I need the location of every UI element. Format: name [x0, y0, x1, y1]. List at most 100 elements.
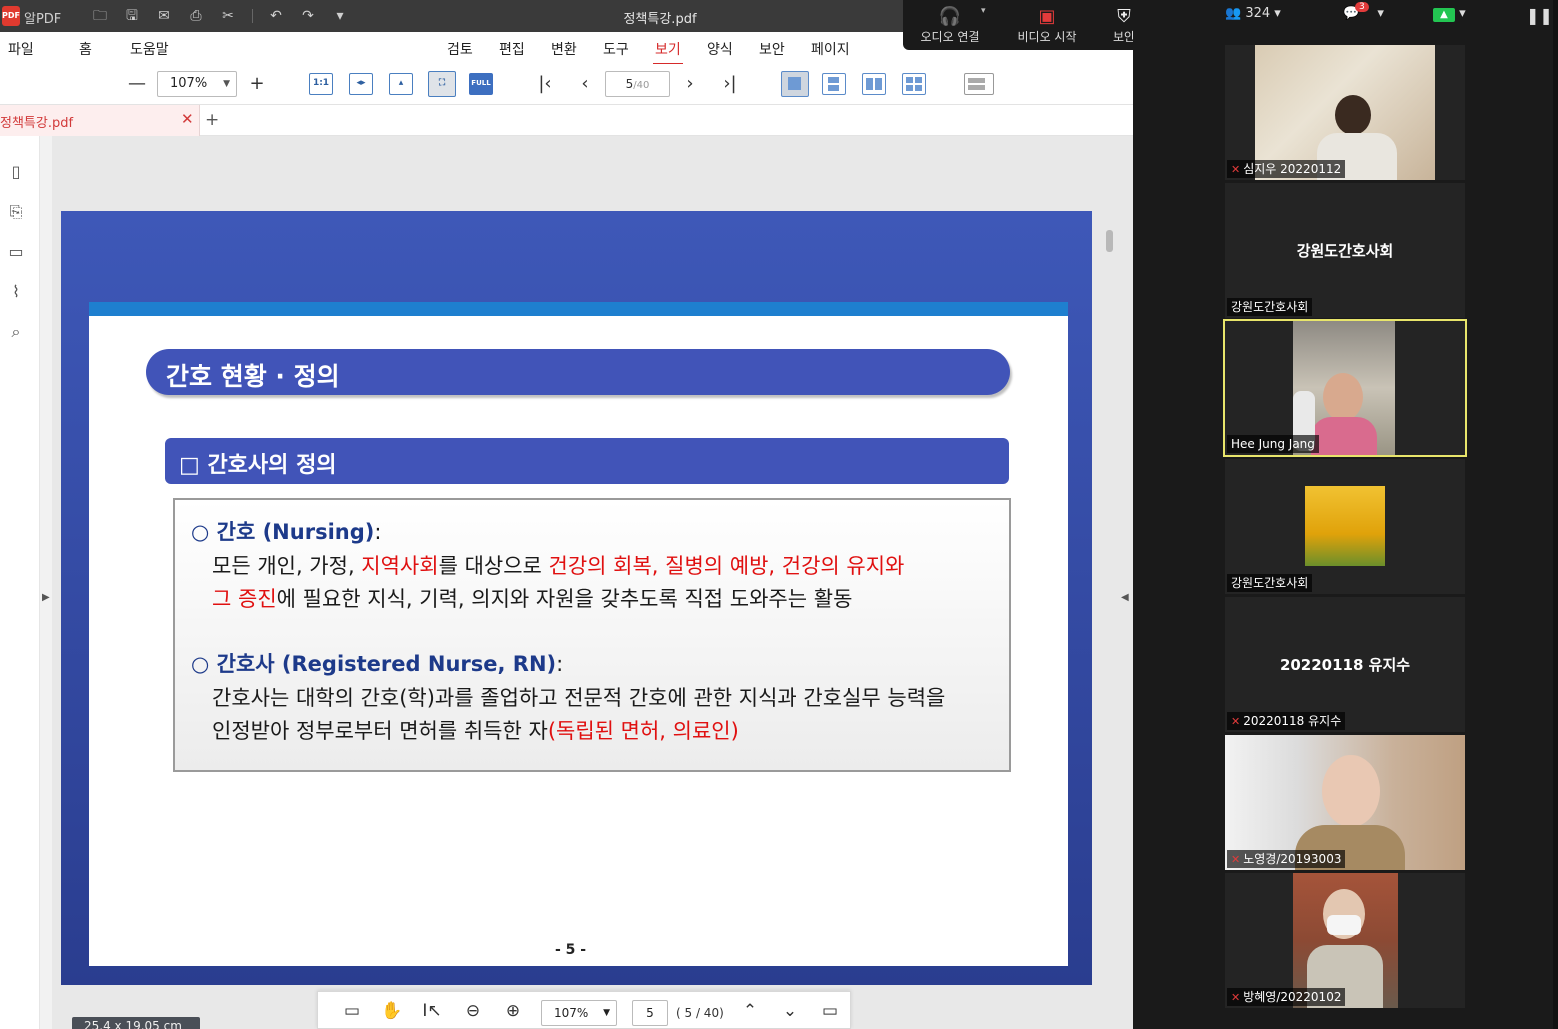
- zoom-meeting-controls: 🎧 오디오 연결 ▾ ▣ 비디오 시작 ⛨ 보안: [903, 0, 1135, 50]
- participant-name: 강원도간호사회: [1227, 574, 1313, 592]
- bottom-zoom-value: 107%: [554, 1006, 589, 1020]
- headphones-icon: 🎧: [938, 6, 962, 27]
- next-page-button[interactable]: ›: [677, 72, 703, 96]
- slide-top-stripe: [89, 302, 1068, 316]
- save-icon[interactable]: 🖫: [122, 6, 142, 26]
- two-page-continuous-button[interactable]: [902, 73, 926, 95]
- slide-page-number: - 5 -: [555, 942, 587, 958]
- participants-button[interactable]: 👥 324 ▾: [1225, 6, 1281, 21]
- start-video-button[interactable]: ▣ 비디오 시작: [1011, 0, 1083, 45]
- thumbnail-panel-icon[interactable]: ▯: [6, 162, 26, 182]
- fit-page-icon[interactable]: ▭: [818, 1000, 842, 1022]
- menu-file[interactable]: 파일: [8, 39, 34, 59]
- zoom-value: 107%: [170, 76, 208, 91]
- menu-help[interactable]: 도움말: [130, 39, 169, 59]
- participant-tile[interactable]: ✕ 노영경/20193003: [1225, 735, 1465, 870]
- nursing-heading: ○ 간호 (Nursing):: [191, 520, 382, 544]
- bottom-page-input[interactable]: 5: [632, 1000, 668, 1026]
- participant-tile[interactable]: 강원도간호사회: [1225, 459, 1465, 594]
- expand-sidebar-icon[interactable]: ▶: [42, 592, 50, 603]
- single-page-layout-button[interactable]: [781, 71, 809, 97]
- page-arrange-dropdown[interactable]: [964, 73, 994, 95]
- menu-tools[interactable]: 도구: [603, 39, 629, 59]
- chat-button[interactable]: 💬 3 ▾: [1343, 2, 1384, 21]
- mic-muted-icon: ✕: [1231, 853, 1241, 866]
- menu-edit[interactable]: 편집: [499, 39, 525, 59]
- participant-name: Hee Jung Jang: [1227, 435, 1319, 453]
- scissors-icon[interactable]: ✂: [218, 6, 238, 26]
- print-icon[interactable]: ⎙: [186, 6, 206, 26]
- customize-dropdown-icon[interactable]: ▾: [330, 6, 350, 26]
- next-page-circle-icon[interactable]: ⌄: [778, 1000, 802, 1022]
- first-page-button[interactable]: |‹: [532, 72, 558, 96]
- actual-size-button[interactable]: 1:1: [309, 73, 333, 95]
- left-sidebar: ▯ ⎘ ▭ ⌇ ⌕: [0, 136, 40, 1029]
- pdf-viewer-app: PDF 알PDF 🗀 🖫 ✉ ⎙ ✂ ↶ ↷ ▾ 정책특강.pdf 파일 홈 도…: [0, 0, 1135, 1029]
- participant-tile-active-speaker[interactable]: Hee Jung Jang: [1223, 319, 1467, 457]
- participant-name: 강원도간호사회: [1227, 298, 1313, 316]
- share-screen-button[interactable]: ▲ ▾: [1433, 6, 1466, 22]
- document-tab-bar: 정책특강.pdf ✕ +: [0, 104, 1133, 136]
- participant-tile[interactable]: 강원도간호사회 강원도간호사회: [1225, 183, 1465, 318]
- collapse-panel-icon[interactable]: ◀: [1121, 592, 1129, 603]
- fit-page-button[interactable]: ⛶: [428, 71, 456, 97]
- last-page-button[interactable]: ›|: [717, 72, 743, 96]
- menu-form[interactable]: 양식: [707, 39, 733, 59]
- fit-width-button[interactable]: ◂▸: [349, 73, 373, 95]
- chevron-down-icon: ▼: [603, 1008, 610, 1018]
- bookmark-icon[interactable]: ⎘: [6, 202, 26, 222]
- redo-icon[interactable]: ↷: [298, 6, 318, 26]
- prev-page-circle-icon[interactable]: ⌃: [738, 1000, 762, 1022]
- attachment-icon[interactable]: ⌇: [6, 282, 26, 302]
- participant-name: ✕ 20220118 유지수: [1227, 712, 1346, 730]
- menu-home[interactable]: 홈: [79, 39, 92, 59]
- continuous-layout-button[interactable]: [822, 73, 846, 95]
- zoom-out-icon[interactable]: ⊖: [461, 1000, 485, 1022]
- fullscreen-button[interactable]: FULL: [469, 73, 493, 95]
- gallery-scrollbar[interactable]: [1553, 0, 1558, 1029]
- page-size-label: 25.4 x 19.05 cm: [72, 1017, 200, 1029]
- audio-options-caret[interactable]: ▾: [981, 6, 986, 16]
- two-page-layout-button[interactable]: [862, 73, 886, 95]
- select-text-icon[interactable]: I↖: [420, 1000, 444, 1022]
- divider: [252, 9, 253, 23]
- fit-height-button[interactable]: ▴: [389, 73, 413, 95]
- page-number-input[interactable]: 5/40: [605, 71, 670, 97]
- folder-icon[interactable]: 🗀: [90, 6, 110, 26]
- chevron-down-icon: ▾: [1274, 6, 1281, 21]
- menu-review[interactable]: 검토: [447, 39, 473, 59]
- zoom-in-button[interactable]: +: [244, 72, 270, 96]
- zoom-in-icon[interactable]: ⊕: [501, 1000, 525, 1022]
- bottom-toolbar: ▭ ✋ I↖ ⊖ ⊕ 107% ▼ 5 ( 5 / 40) ⌃ ⌄ ▭: [317, 991, 851, 1029]
- page-total: /40: [633, 80, 650, 91]
- undo-icon[interactable]: ↶: [266, 6, 286, 26]
- menu-view[interactable]: 보기: [653, 39, 683, 65]
- add-tab-button[interactable]: +: [205, 110, 219, 130]
- zoom-select[interactable]: 107% ▼: [157, 71, 237, 97]
- pause-icon[interactable]: ❚❚: [1526, 6, 1553, 25]
- bottom-page-total: ( 5 / 40): [676, 1006, 724, 1020]
- audio-connect-button[interactable]: 🎧 오디오 연결: [915, 0, 985, 45]
- document-tab[interactable]: 정책특강.pdf ✕: [0, 105, 200, 136]
- definition-box: ○ 간호 (Nursing): 모든 개인, 가정, 지역사회를 대상으로 건강…: [173, 498, 1011, 772]
- vertical-scrollbar[interactable]: [1106, 230, 1113, 252]
- participant-tile[interactable]: ✕ 심지우 20220112: [1225, 45, 1465, 180]
- search-icon[interactable]: ⌕: [6, 322, 26, 342]
- participant-display-name: 20220118 유지수: [1279, 656, 1411, 674]
- participant-tile[interactable]: 20220118 유지수 ✕ 20220118 유지수: [1225, 597, 1465, 732]
- comment-icon[interactable]: ▭: [6, 242, 26, 262]
- panel-gutter: [1133, 0, 1225, 1029]
- sidebar-toggle-icon[interactable]: ▭: [340, 1000, 364, 1022]
- prev-page-button[interactable]: ‹: [572, 72, 598, 96]
- participant-tile[interactable]: ✕ 방혜영/20220102: [1225, 873, 1465, 1008]
- bottom-zoom-select[interactable]: 107% ▼: [541, 1000, 617, 1026]
- zoom-out-button[interactable]: —: [124, 72, 150, 96]
- menu-security[interactable]: 보안: [759, 39, 785, 59]
- document-tab-label: 정책특강.pdf: [0, 116, 74, 131]
- mail-icon[interactable]: ✉: [154, 6, 174, 26]
- menu-convert[interactable]: 변환: [551, 39, 577, 59]
- hand-tool-icon[interactable]: ✋: [380, 1000, 404, 1022]
- chevron-down-icon: ▾: [1459, 6, 1466, 21]
- close-icon[interactable]: ✕: [181, 110, 194, 128]
- menu-page[interactable]: 페이지: [811, 39, 850, 59]
